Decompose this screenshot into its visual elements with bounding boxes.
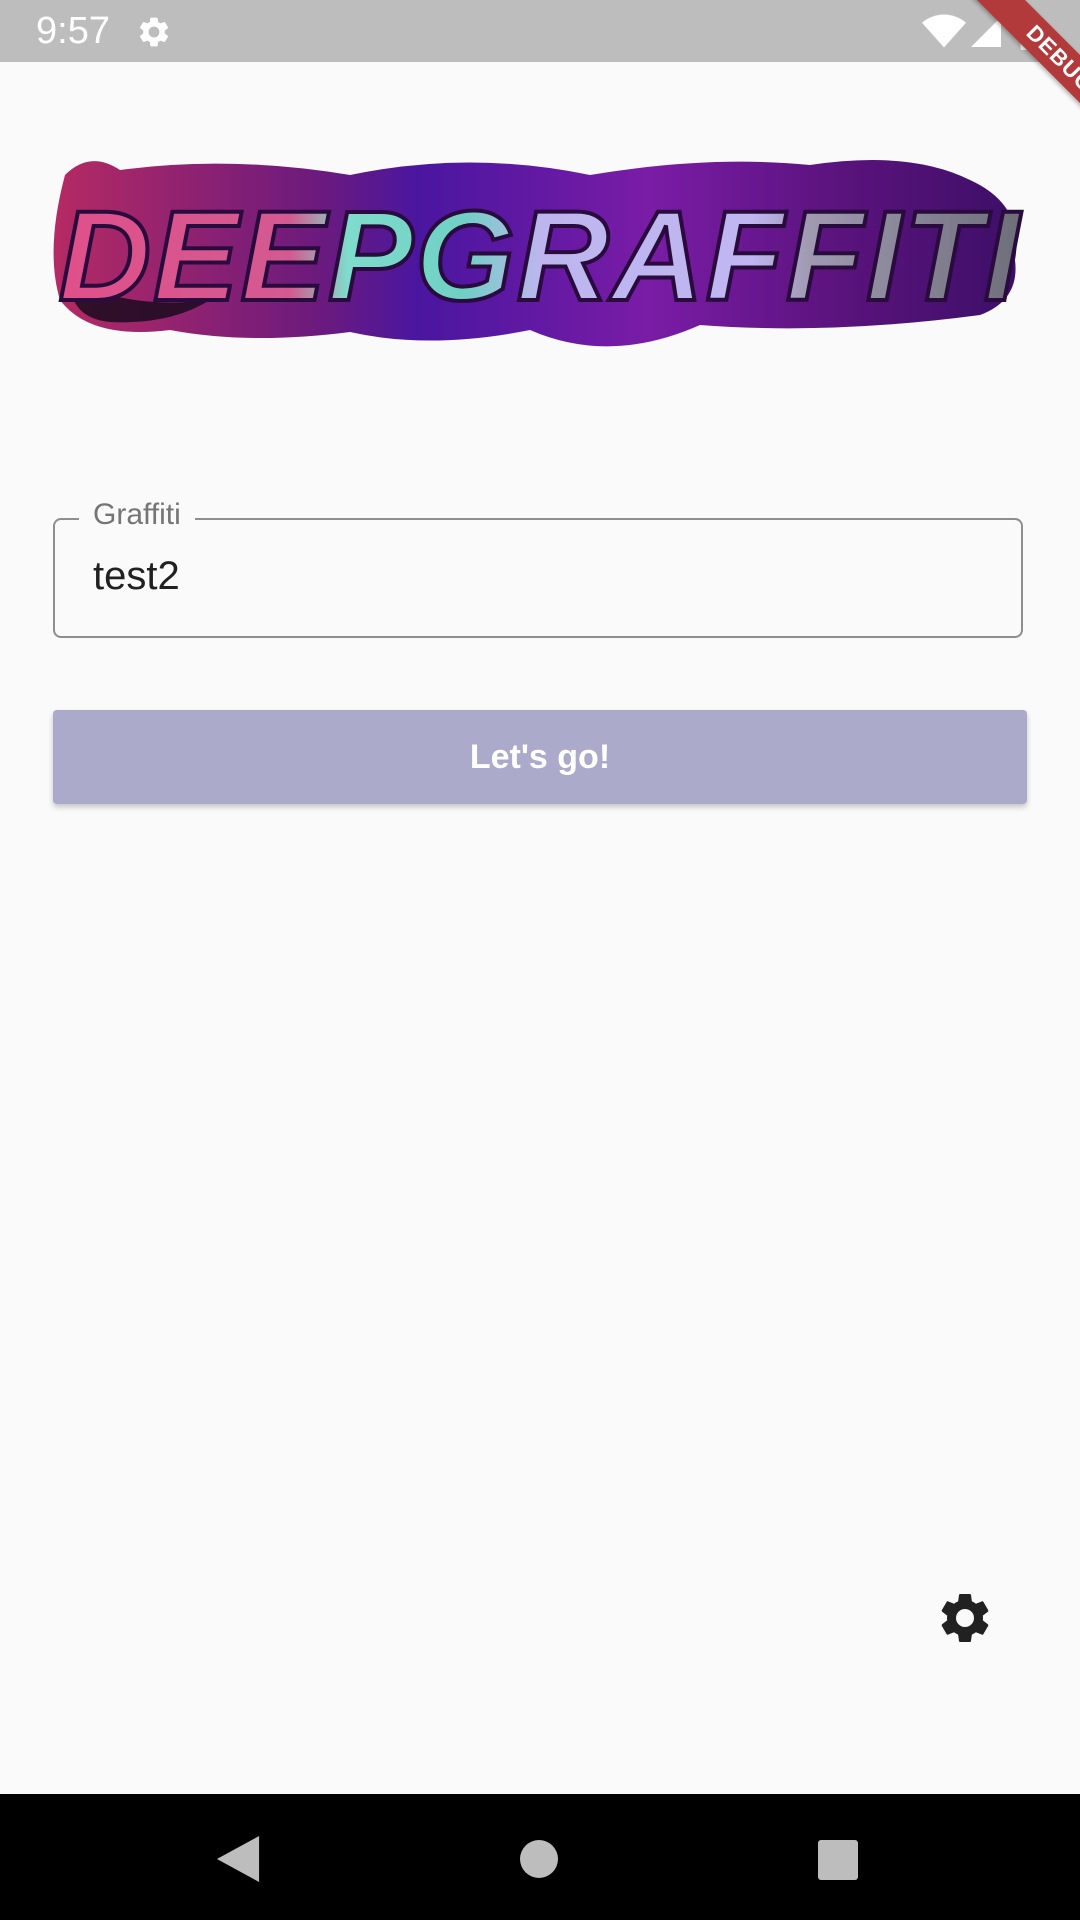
app-logo: DEEPGRAFFITI <box>53 160 1022 347</box>
status-time: 9:57 <box>36 10 110 52</box>
status-bar: 9:57 <box>0 0 1080 62</box>
navigation-bar <box>0 1794 1080 1920</box>
graffiti-field-value[interactable]: test2 <box>93 554 180 599</box>
settings-icon[interactable] <box>935 1588 995 1648</box>
debug-banner: DEBUG <box>920 0 1080 160</box>
home-icon[interactable] <box>520 1840 558 1878</box>
logo-text: DEEPGRAFFITI <box>59 185 1022 328</box>
graffiti-field-label: Graffiti <box>79 498 195 532</box>
graffiti-field[interactable]: Graffiti test2 <box>53 498 1023 638</box>
recents-icon[interactable] <box>818 1840 858 1880</box>
lets-go-button[interactable]: Let's go! <box>53 710 1027 804</box>
settings-icon <box>139 17 169 47</box>
back-icon[interactable] <box>216 1836 260 1882</box>
debug-label: DEBUG <box>970 0 1080 149</box>
